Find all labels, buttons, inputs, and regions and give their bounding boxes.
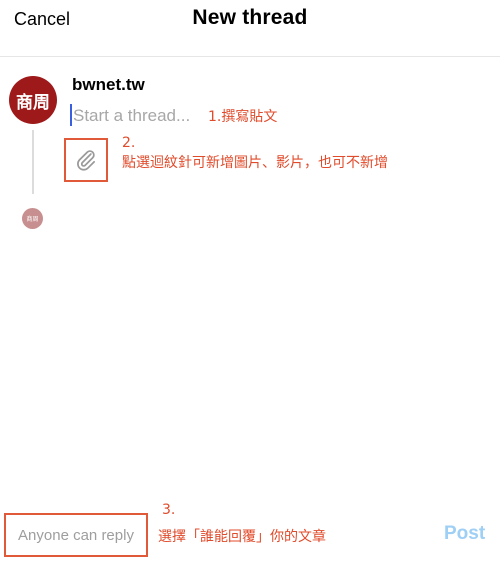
annotation-step3-text: 選擇「誰能回覆」你的文章 (158, 529, 326, 545)
page-title: New thread (192, 6, 308, 29)
header: Cancel New thread (0, 0, 500, 57)
paperclip-icon (77, 150, 95, 171)
annotation-step3-number: 3. (162, 502, 176, 518)
annotation-step2-text: 點選迴紋針可新增圖片、影片，也可不新增 (122, 155, 388, 171)
avatar-text: 商周 (16, 92, 50, 113)
annotation-step1: 1.撰寫貼文 (208, 109, 278, 125)
thread-input[interactable] (73, 104, 203, 128)
attach-button[interactable] (64, 138, 108, 182)
mini-avatar: 商周 (22, 208, 43, 229)
reply-permission-label: Anyone can reply (18, 526, 134, 544)
mini-avatar-text: 商周 (26, 216, 39, 223)
post-button[interactable]: Post (444, 523, 485, 545)
reply-permission-button[interactable]: Anyone can reply (4, 513, 148, 557)
text-caret (70, 104, 72, 126)
thread-line (32, 130, 34, 194)
avatar: 商周 (9, 76, 57, 124)
new-thread-screen: Cancel New thread 商周 商周 bwnet.tw 1.撰寫貼文 … (0, 0, 500, 570)
annotation-step2-number: 2. (122, 135, 136, 151)
username: bwnet.tw (72, 75, 145, 94)
